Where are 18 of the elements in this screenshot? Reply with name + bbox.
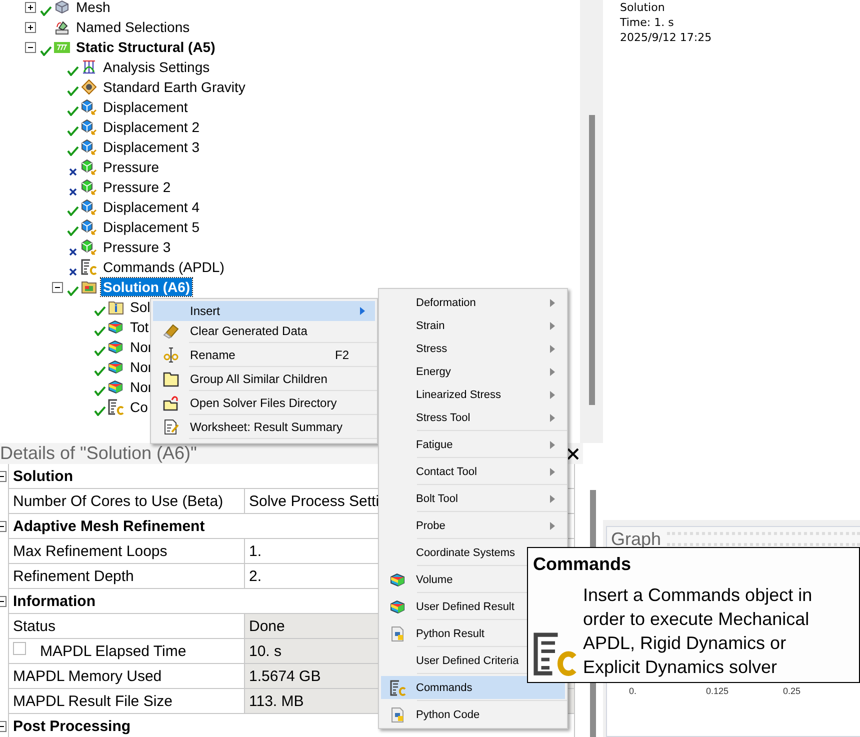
property-name: MAPDL Memory Used (8, 664, 245, 689)
property-name: Max Refinement Loops (8, 539, 245, 564)
viewport-label: 2025/9/12 17:25 (620, 30, 713, 45)
property-name: Status (8, 614, 245, 639)
shortcut-text: F2 (334, 348, 349, 362)
panel-title: Graph (611, 528, 662, 550)
axis-tick-label: 0.25 (783, 686, 802, 696)
axis-tick-label: 0. (629, 686, 638, 696)
tooltip-title: Commands (533, 554, 632, 575)
property-name: MAPDL Elapsed Time (8, 639, 245, 664)
axis-tick-label: 0.125 (706, 686, 730, 696)
tooltip-text: Insert a Commands object in order to execute Mechanical APDL, Rigid Dynamics or Explicit Dynamics solver (583, 584, 814, 679)
property-name: Refinement Depth (8, 564, 245, 589)
property-name: MAPDL Result File Size (8, 689, 245, 714)
panel-title: Details of "Solution (A6)" (0, 443, 197, 464)
viewport-label: Solution (620, 0, 666, 15)
viewport-label: Time: 1. s (620, 15, 675, 30)
property-name: Number Of Cores to Use (Beta) (8, 489, 245, 514)
